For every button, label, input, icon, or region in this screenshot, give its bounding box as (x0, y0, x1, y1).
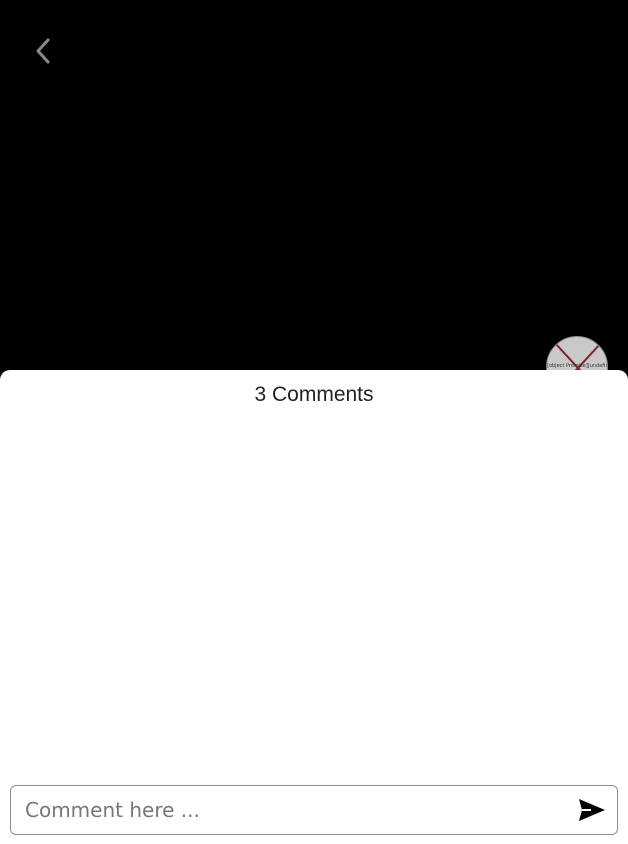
comments-sheet: 3 Comments (0, 370, 628, 844)
comments-title: 3 Comments (254, 383, 374, 406)
back-button[interactable] (24, 30, 62, 72)
post-detail-screen: [object Promise][undefined] 3 Comments (0, 0, 628, 844)
chevron-left-icon (36, 38, 50, 64)
comment-list[interactable] (0, 420, 628, 774)
comment-input[interactable] (25, 786, 565, 834)
send-icon (579, 799, 605, 821)
avatar-alt-text: [object Promise][undefined] (547, 363, 607, 369)
comment-composer (10, 785, 618, 835)
send-button[interactable] (577, 797, 607, 823)
